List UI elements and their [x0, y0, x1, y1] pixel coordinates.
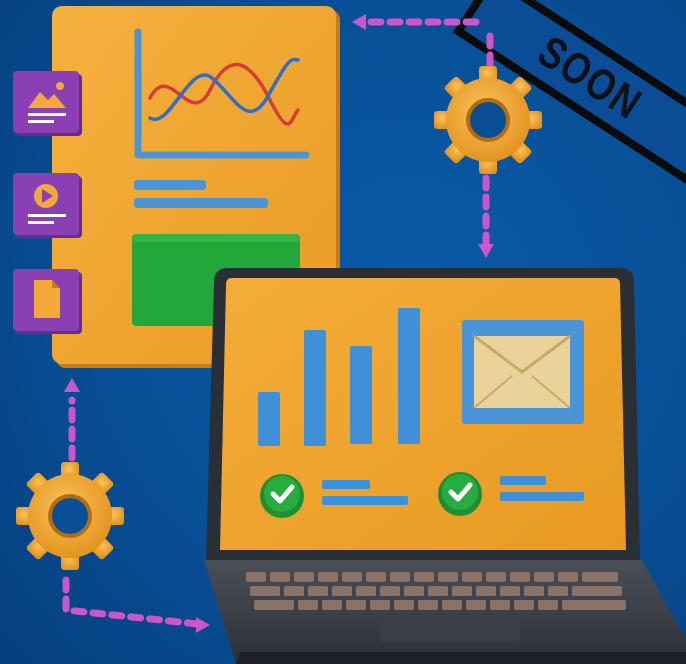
image-file-icon — [13, 71, 82, 136]
gear-icon — [434, 66, 542, 174]
laptop-touchpad — [380, 620, 520, 642]
arrow-left-icon — [352, 14, 366, 30]
arrow-up-icon — [64, 378, 80, 392]
check-row-line — [322, 496, 408, 505]
arrow-down-icon — [478, 244, 494, 258]
check-row-line — [500, 492, 584, 501]
video-play-icon — [13, 173, 82, 238]
document-icon — [13, 269, 82, 334]
illustration-scene: SOON — [0, 0, 686, 664]
check-circle-icon — [260, 474, 304, 518]
envelope-icon — [462, 320, 584, 424]
check-circle-icon — [438, 472, 482, 516]
illustration-canvas — [13, 6, 686, 664]
check-row-line — [500, 476, 546, 485]
arrow-right-icon — [196, 617, 210, 633]
gear-icon — [16, 462, 124, 570]
check-row-line — [322, 480, 370, 489]
